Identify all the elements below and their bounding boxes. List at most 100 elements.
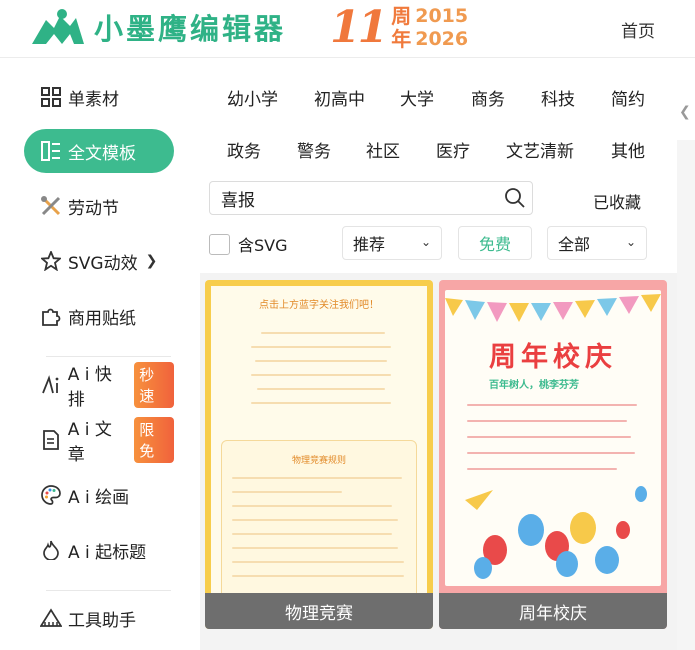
card-label: 周年校庆 [439,593,667,629]
star-icon [40,250,62,272]
preview-subtitle: 物理竞赛规则 [291,456,346,466]
anniversary-year-end: 2026 [415,28,469,50]
preview-subtitle: 百年树人，桃李芬芳 [489,380,579,391]
category-literary[interactable]: 文艺清新 [506,137,574,162]
palette-icon [40,484,62,506]
anniversary-years: 2015 2026 [415,5,468,51]
preview-rules-box: 物理竞赛规则 [221,440,417,600]
preview-text-line [232,505,392,507]
sidebar-divider [46,356,171,357]
logo[interactable]: 小墨鹰编辑器 [28,6,286,48]
sidebar-item-full-template[interactable]: 全文模板 [24,129,174,173]
preview-text-line [232,575,404,577]
category-community[interactable]: 社区 [366,137,400,162]
bunting-flags-icon [445,294,661,322]
category-tech[interactable]: 科技 [541,85,575,110]
preview-text-line [467,420,627,422]
template-preview: 点击上方蓝字关注我们吧！ 物理竞赛规则 [211,286,427,600]
template-preview: 周年校庆 百年树人，桃李芬芳 [445,290,661,586]
preview-text-line [257,388,385,390]
svg-filter-checkbox[interactable]: 含SVG [209,232,288,256]
top-header: 小墨鹰编辑器 11 周 年 2015 2026 首页 [0,0,695,58]
category-medical[interactable]: 医疗 [436,137,470,162]
search-value: 喜报 [221,190,255,211]
chevron-down-icon: ⌄ [420,235,431,249]
preview-text-line [261,332,385,334]
chevron-down-icon: ⌄ [625,235,636,249]
sort-value: 推荐 [353,235,386,254]
badge-fast: 秒速 [134,362,174,408]
preview-text-line [467,452,635,454]
preview-text-line [232,533,392,535]
sidebar-item-label: A i 文章 [67,420,112,465]
sidebar-item-label: A i 起标题 [68,542,147,563]
preview-text-line [232,519,398,521]
sidebar-item-single-material[interactable]: 单素材 [24,75,174,119]
favorites-link[interactable]: 已收藏 [593,189,641,213]
preview-text-line [467,404,637,406]
card-label: 物理竞赛 [205,593,433,629]
preview-text-line [232,547,398,549]
sidebar-item-label: 劳动节 [68,198,119,219]
doc-icon [40,429,62,451]
main-panel: 幼小学 初高中 大学 商务 科技 简约 政务 警务 社区 医疗 文艺清新 其他 … [200,59,695,650]
search-input[interactable]: 喜报 [209,181,533,215]
badge-free: 限免 [134,417,174,463]
search-icon[interactable] [504,187,526,209]
anniversary-banner: 11 周 年 2015 2026 [330,2,468,54]
sidebar-item-tools[interactable]: 工具助手 [24,596,174,640]
sort-select[interactable]: 推荐 ⌄ [342,226,442,260]
preview-text-line [232,491,342,493]
balloons-icon [465,486,647,579]
sidebar-item-ai-layout[interactable]: A i 快排 秒速 [24,362,174,410]
chevron-right-icon: ❯ [145,253,158,269]
sidebar-item-ai-article[interactable]: A i 文章 限免 [24,417,174,465]
sidebar-item-stickers[interactable]: 商用贴纸 [24,294,174,338]
sidebar-item-label: SVG动效 [68,253,138,274]
scrollbar[interactable] [677,140,695,650]
template-icon [40,140,62,162]
home-link[interactable]: 首页 [621,17,655,42]
category-middle-school[interactable]: 初高中 [314,85,365,110]
sidebar-item-ai-painting[interactable]: A i 绘画 [24,473,174,517]
free-filter-label: 免费 [478,235,511,254]
sidebar-item-label: 工具助手 [68,610,136,631]
category-simple[interactable]: 简约 [611,85,645,110]
scroll-left-icon[interactable]: ❮ [679,104,691,120]
anniversary-zhou: 周 [391,4,412,28]
preview-title: 周年校庆 [489,342,617,373]
preview-text-line [255,360,387,362]
sidebar-item-label: 全文模板 [68,143,136,164]
anniversary-nian: 年 [391,27,412,51]
sidebar-item-labor-day[interactable]: 劳动节 [24,184,174,228]
template-card-anniversary[interactable]: 周年校庆 百年树人，桃李芬芳 周年校庆 [439,280,667,629]
logo-text: 小墨鹰编辑器 [94,12,287,46]
sidebar: 单素材 全文模板 劳动节 SVG动效 ❯ 商用贴纸 A i 快排 秒速 A i … [0,59,200,650]
preview-title: 点击上方蓝字关注我们吧！ [259,300,379,311]
preview-text-line [251,346,391,348]
template-card-physics[interactable]: 点击上方蓝字关注我们吧！ 物理竞赛规则 物理竞赛 [205,280,433,629]
preview-text-line [232,477,402,479]
free-filter-button[interactable]: 免费 [458,226,532,260]
anniversary-number: 11 [330,2,388,53]
category-university[interactable]: 大学 [400,85,434,110]
anniversary-label: 周 年 [391,5,411,51]
sidebar-item-label: 商用贴纸 [68,308,136,329]
scope-select[interactable]: 全部 ⌄ [547,226,647,260]
sidebar-item-ai-headline[interactable]: A i 起标题 [24,528,174,572]
preview-text-line [467,468,617,470]
category-government[interactable]: 政务 [227,137,261,162]
preview-text-line [467,436,631,438]
sidebar-item-svg-effects[interactable]: SVG动效 ❯ [24,239,174,283]
preview-text-line [251,374,391,376]
category-primary-school[interactable]: 幼小学 [227,85,278,110]
ruler-icon [40,607,62,629]
anniversary-year-start: 2015 [415,5,469,27]
preview-text-line [251,402,391,404]
category-other[interactable]: 其他 [611,137,645,162]
flame-icon [40,539,62,561]
sidebar-item-label: A i 绘画 [68,487,130,508]
category-business[interactable]: 商务 [471,85,505,110]
category-police[interactable]: 警务 [297,137,331,162]
checkbox[interactable] [209,233,230,255]
